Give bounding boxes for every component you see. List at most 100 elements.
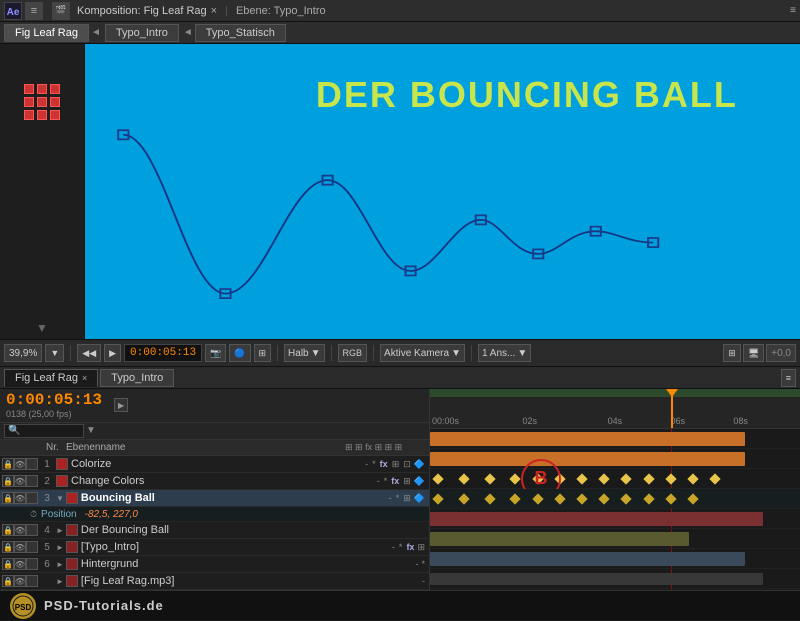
ctrl-dot[interactable]: [37, 84, 47, 94]
ctrl-dot[interactable]: [24, 110, 34, 120]
lock-1[interactable]: 🔒: [2, 458, 14, 470]
extra-btn[interactable]: +0,0: [766, 344, 796, 362]
ctrl-dot[interactable]: [37, 97, 47, 107]
camera-icon[interactable]: 📷: [205, 344, 226, 362]
pkf-6[interactable]: [554, 493, 565, 504]
lock-5[interactable]: 🔒: [2, 541, 14, 553]
lock-audio[interactable]: 🔒: [2, 575, 14, 587]
layer-row-2[interactable]: 🔒 👁 2 Change Colors - * fx ⊞ 🔷: [0, 473, 429, 490]
ctrl-dot[interactable]: [24, 97, 34, 107]
eye-2[interactable]: 👁: [14, 475, 26, 487]
ctrl-dot[interactable]: [50, 110, 60, 120]
tab-fig-leaf-rag[interactable]: Fig Leaf Rag: [4, 24, 89, 42]
lock-4[interactable]: 🔒: [2, 524, 14, 536]
solo-audio[interactable]: [26, 575, 38, 587]
pkf-12[interactable]: [687, 493, 698, 504]
render-btn[interactable]: 🖥: [743, 344, 764, 362]
eye-4[interactable]: 👁: [14, 524, 26, 536]
layer-row-5[interactable]: 🔒 👁 5 ► [Typo_Intro] - * fx ⊞: [0, 539, 429, 556]
pkf-8[interactable]: [599, 493, 610, 504]
timeline-menu[interactable]: ≡: [781, 369, 796, 387]
layer-row-6[interactable]: 🔒 👁 6 ► Hintergrund - *: [0, 556, 429, 573]
timeline-tab-fig-leaf[interactable]: Fig Leaf Rag ×: [4, 369, 98, 387]
tab-typo-statisch[interactable]: Typo_Statisch: [195, 24, 286, 42]
pkf-2[interactable]: [458, 493, 469, 504]
lock-2[interactable]: 🔒: [2, 475, 14, 487]
ctrl-dot[interactable]: [24, 84, 34, 94]
solo-6[interactable]: [26, 558, 38, 570]
pkf-4[interactable]: [510, 493, 521, 504]
expand-5[interactable]: ►: [56, 543, 64, 552]
scroll-down-arrow[interactable]: ▼: [36, 321, 48, 335]
kf-13[interactable]: [710, 473, 721, 484]
info-btn[interactable]: 🔵: [229, 344, 250, 362]
kf-11[interactable]: [665, 473, 676, 484]
solo-1[interactable]: [26, 458, 38, 470]
ctrl-dot[interactable]: [50, 97, 60, 107]
play-btn[interactable]: ▶: [114, 398, 128, 412]
quality-dropdown[interactable]: Halb ▼: [284, 344, 324, 362]
timeline-tab-typo-intro[interactable]: Typo_Intro: [100, 369, 174, 387]
zoom-dropdown[interactable]: ▼: [45, 344, 64, 362]
expand-3[interactable]: ▼: [56, 494, 64, 503]
channels-btn[interactable]: RGB: [338, 344, 368, 362]
close-icon[interactable]: ×: [211, 5, 217, 17]
view-dropdown[interactable]: Aktive Kamera ▼: [380, 344, 465, 362]
zoom-display[interactable]: 39,9%: [4, 344, 42, 362]
kf-6[interactable]: [554, 473, 565, 484]
solo-2[interactable]: [26, 475, 38, 487]
position-stopwatch[interactable]: ⏱: [30, 509, 37, 520]
layer-icons-2: - * fx ⊞ 🔷: [376, 476, 427, 487]
eye-6[interactable]: 👁: [14, 558, 26, 570]
kf-4[interactable]: [510, 473, 521, 484]
pkf-11[interactable]: [665, 493, 676, 504]
solo-3[interactable]: [26, 492, 38, 504]
eye-1[interactable]: 👁: [14, 458, 26, 470]
pkf-9[interactable]: [621, 493, 632, 504]
lock-6[interactable]: 🔒: [2, 558, 14, 570]
frame-btn[interactable]: ▶: [104, 344, 121, 362]
layer-row-audio[interactable]: 🔒 👁 ► [Fig Leaf Rag.mp3] -: [0, 573, 429, 590]
track-3[interactable]: B: [430, 469, 800, 489]
kf-5[interactable]: [532, 473, 543, 484]
kf-10[interactable]: [643, 473, 654, 484]
menu-icon[interactable]: ≡: [25, 2, 43, 20]
layer-row-4[interactable]: 🔒 👁 4 ► Der Bouncing Ball: [0, 522, 429, 539]
expand-4[interactable]: ►: [56, 526, 64, 535]
tab-typo-intro[interactable]: Typo_Intro: [105, 24, 179, 42]
search-dropdown[interactable]: ▼: [86, 425, 96, 436]
timeline-menu-btn[interactable]: ≡: [781, 369, 796, 387]
kf-7[interactable]: [576, 473, 587, 484]
solo-4[interactable]: [26, 524, 38, 536]
layer-row-3[interactable]: 🔒 👁 3 ▼ Bouncing Ball - * ⊞ 🔷: [0, 490, 429, 507]
kf-1[interactable]: [432, 473, 443, 484]
pkf-10[interactable]: [643, 493, 654, 504]
ctrl-dot[interactable]: [50, 84, 60, 94]
grid-btn[interactable]: ⊞: [254, 344, 272, 362]
pkf-3[interactable]: [484, 493, 495, 504]
solo-5[interactable]: [26, 541, 38, 553]
kf-2[interactable]: [458, 473, 469, 484]
prev-frame-btn[interactable]: ◀◀: [77, 344, 101, 362]
pkf-5[interactable]: [532, 493, 543, 504]
pkf-7[interactable]: [576, 493, 587, 504]
eye-5[interactable]: 👁: [14, 541, 26, 553]
kf-8[interactable]: [599, 473, 610, 484]
layer-row-1[interactable]: 🔒 👁 1 Colorize - * fx ⊞ ⊡ 🔷: [0, 456, 429, 473]
kf-12[interactable]: [687, 473, 698, 484]
ctrl-dot[interactable]: [37, 110, 47, 120]
layer-search[interactable]: [4, 424, 84, 438]
pkf-1[interactable]: [432, 493, 443, 504]
lock-3[interactable]: 🔒: [2, 492, 14, 504]
kf-9[interactable]: [621, 473, 632, 484]
position-row[interactable]: ⏱ Position -82,5, 227,0: [0, 507, 429, 522]
expand-audio[interactable]: ►: [56, 577, 64, 586]
app-icon: Ae: [4, 2, 22, 20]
collapse-btn[interactable]: ⊞: [723, 344, 741, 362]
eye-3[interactable]: 👁: [14, 492, 26, 504]
expand-6[interactable]: ►: [56, 560, 64, 569]
close-tab1[interactable]: ×: [82, 373, 87, 383]
preset-dropdown[interactable]: 1 Ans... ▼: [478, 344, 531, 362]
eye-audio[interactable]: 👁: [14, 575, 26, 587]
kf-3[interactable]: [484, 473, 495, 484]
